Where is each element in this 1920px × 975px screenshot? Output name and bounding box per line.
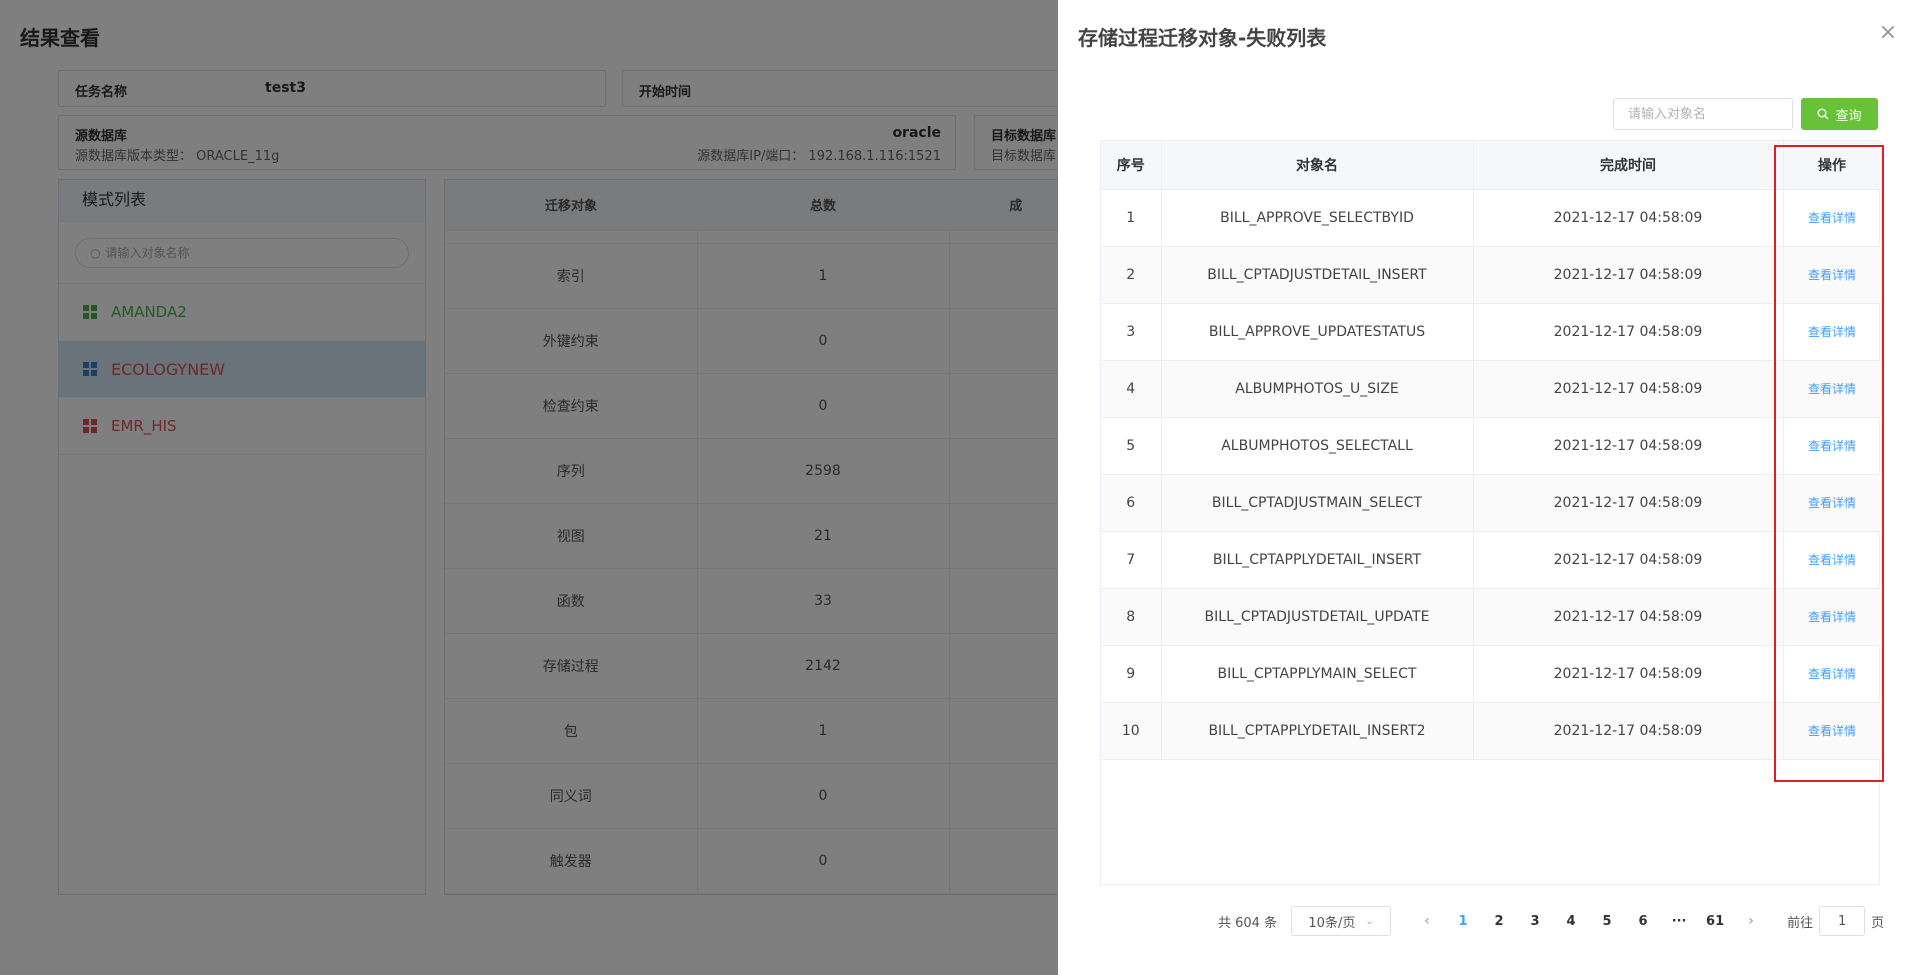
table-row: 4 ALBUMPHOTOS_U_SIZE 2021-12-17 04:58:09 查看… — [1101, 360, 1882, 418]
row-finish-time: 2021-12-17 04:58:09 — [1473, 474, 1784, 532]
row-no: 6 — [1101, 474, 1162, 532]
row-object-name: ALBUMPHOTOS_SELECTALL — [1161, 417, 1474, 475]
row-finish-time: 2021-12-17 04:58:09 — [1473, 417, 1784, 475]
page-size-value: 10条/页 — [1308, 915, 1356, 931]
row-no: 4 — [1101, 360, 1162, 418]
col-header-object-name: 对象名 — [1161, 141, 1474, 190]
row-object-name: BILL_CPTADJUSTDETAIL_UPDATE — [1161, 588, 1474, 646]
object-search-input[interactable] — [1613, 98, 1793, 130]
view-detail-link[interactable]: 查看详情 — [1808, 268, 1856, 282]
row-finish-time: 2021-12-17 04:58:09 — [1473, 531, 1784, 589]
failure-list-drawer: 存储过程迁移对象-失败列表 × 查询 序号 对象名 完成时间 操作 1BILL_… — [1058, 0, 1920, 975]
row-finish-time: 2021-12-17 04:58:09 — [1473, 189, 1784, 247]
page-2[interactable]: 2 — [1481, 914, 1517, 929]
row-finish-time: 2021-12-17 04:58:09 — [1473, 303, 1784, 361]
table-row: 3 BILL_APPROVE_UPDATESTATUS 2021-12-17 04:… — [1101, 303, 1882, 361]
col-header-no: 序号 — [1101, 141, 1162, 190]
page-ellipsis[interactable]: ··· — [1661, 914, 1697, 929]
view-detail-link[interactable]: 查看详情 — [1808, 325, 1856, 339]
page-1[interactable]: 1 — [1445, 914, 1481, 929]
table-row: 9 BILL_CPTAPPLYMAIN_SELECT 2021-12-17 04:5… — [1101, 645, 1882, 703]
row-no: 9 — [1101, 645, 1162, 703]
row-object-name: BILL_APPROVE_UPDATESTATUS — [1161, 303, 1474, 361]
page-4[interactable]: 4 — [1553, 914, 1589, 929]
table-row: 1 BILL_APPROVE_SELECTBYID 2021-12-17 04:58… — [1101, 189, 1882, 247]
pagination-total: 共 604 条 — [1218, 915, 1278, 931]
page-61[interactable]: 61 — [1697, 914, 1733, 929]
row-finish-time: 2021-12-17 04:58:09 — [1473, 360, 1784, 418]
page-suffix: 页 — [1871, 915, 1885, 931]
row-no: 3 — [1101, 303, 1162, 361]
failure-table: 序号 对象名 完成时间 操作 1 BILL_APPROVE_SELECTBYID 2… — [1100, 140, 1882, 885]
row-no: 5 — [1101, 417, 1162, 475]
view-detail-link[interactable]: 查看详情 — [1808, 496, 1856, 510]
view-detail-link[interactable]: 查看详情 — [1808, 439, 1856, 453]
page-5[interactable]: 5 — [1589, 914, 1625, 929]
row-object-name: BILL_CPTAPPLYDETAIL_INSERT — [1161, 531, 1474, 589]
view-detail-link[interactable]: 查看详情 — [1808, 724, 1856, 738]
table-row: 5 ALBUMPHOTOS_SELECTALL 2021-12-17 04:58:0… — [1101, 417, 1882, 475]
view-detail-link[interactable]: 查看详情 — [1808, 553, 1856, 567]
table-row: 8 BILL_CPTADJUSTDETAIL_UPDATE 2021-12-17 0… — [1101, 588, 1882, 646]
view-detail-link[interactable]: 查看详情 — [1808, 610, 1856, 624]
row-object-name: BILL_CPTADJUSTMAIN_SELECT — [1161, 474, 1474, 532]
drawer-title: 存储过程迁移对象-失败列表 — [1078, 26, 1327, 50]
goto-page-input[interactable] — [1819, 906, 1866, 936]
col-header-action: 操作 — [1783, 141, 1882, 190]
row-finish-time: 2021-12-17 04:58:09 — [1473, 588, 1784, 646]
close-icon[interactable]: × — [1878, 22, 1898, 44]
table-row: 2 BILL_CPTADJUSTDETAIL_INSERT 2021-12-17 0… — [1101, 246, 1882, 304]
row-object-name: BILL_APPROVE_SELECTBYID — [1161, 189, 1474, 247]
page-3[interactable]: 3 — [1517, 914, 1553, 929]
row-finish-time: 2021-12-17 04:58:09 — [1473, 246, 1784, 304]
next-page-icon[interactable]: › — [1733, 913, 1769, 929]
row-object-name: ALBUMPHOTOS_U_SIZE — [1161, 360, 1474, 418]
page-size-select[interactable]: 10条/页 ⌄ — [1291, 906, 1392, 936]
query-button[interactable]: 查询 — [1801, 98, 1878, 130]
row-object-name: BILL_CPTAPPLYMAIN_SELECT — [1161, 645, 1474, 703]
view-detail-link[interactable]: 查看详情 — [1808, 667, 1856, 681]
col-header-finish-time: 完成时间 — [1473, 141, 1784, 190]
row-finish-time: 2021-12-17 04:58:09 — [1473, 702, 1784, 760]
query-button-label: 查询 — [1835, 108, 1862, 124]
chevron-down-icon: ⌄ — [1365, 915, 1374, 927]
row-no: 1 — [1101, 189, 1162, 247]
table-row: 7 BILL_CPTAPPLYDETAIL_INSERT 2021-12-17 04… — [1101, 531, 1882, 589]
row-object-name: BILL_CPTADJUSTDETAIL_INSERT — [1161, 246, 1474, 304]
goto-label: 前往 — [1787, 915, 1814, 931]
table-row: 6 BILL_CPTADJUSTMAIN_SELECT 2021-12-17 04:… — [1101, 474, 1882, 532]
search-icon — [1817, 108, 1829, 120]
table-row: 10 BILL_CPTAPPLYDETAIL_INSERT2 2021-12-17 … — [1101, 702, 1882, 760]
row-no: 2 — [1101, 246, 1162, 304]
row-finish-time: 2021-12-17 04:58:09 — [1473, 645, 1784, 703]
view-detail-link[interactable]: 查看详情 — [1808, 211, 1856, 225]
prev-page-icon[interactable]: ‹ — [1409, 913, 1445, 929]
row-object-name: BILL_CPTAPPLYDETAIL_INSERT2 — [1161, 702, 1474, 760]
row-no: 8 — [1101, 588, 1162, 646]
view-detail-link[interactable]: 查看详情 — [1808, 382, 1856, 396]
page-6[interactable]: 6 — [1625, 914, 1661, 929]
pagination: 共 604 条 10条/页 ⌄ ‹ 1 2 3 4 5 6 ··· 61 › 前… — [1218, 906, 1884, 936]
row-no: 7 — [1101, 531, 1162, 589]
row-no: 10 — [1101, 702, 1162, 760]
